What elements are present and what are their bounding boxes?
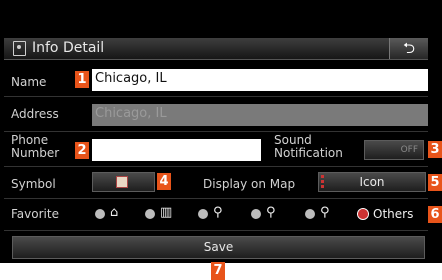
page-title: Info Detail xyxy=(32,40,105,56)
home-icon: ⌂ xyxy=(110,205,119,220)
favorite-radio-pin-3[interactable] xyxy=(305,209,315,219)
phone-label-line2: Number xyxy=(11,146,60,160)
callout-5: 5 xyxy=(428,174,442,191)
back-button[interactable]: ⮌ xyxy=(389,38,428,59)
pin-3-icon: ⚲ xyxy=(320,205,330,220)
display-on-map-label: Display on Map xyxy=(203,177,296,191)
office-icon: ▥ xyxy=(160,205,173,220)
callout-3: 3 xyxy=(428,141,442,158)
display-on-map-button[interactable]: Icon xyxy=(318,172,426,192)
pin-2-icon: ⚲ xyxy=(266,205,276,220)
favorite-row: Favorite ⌂ ▥ ⚲ ⚲ ⚲ Others xyxy=(0,203,442,225)
divider xyxy=(4,96,428,97)
favorite-radio-pin-1[interactable] xyxy=(198,209,208,219)
sound-label-line2: Notification xyxy=(274,146,343,160)
favorite-label: Favorite xyxy=(11,207,59,221)
divider xyxy=(4,230,428,231)
poi-info-icon xyxy=(13,41,26,56)
dropdown-indicator-icon xyxy=(321,175,324,189)
favorite-radio-office[interactable] xyxy=(145,209,155,219)
symbol-label: Symbol xyxy=(11,177,56,191)
callout-2: 2 xyxy=(75,142,89,159)
pin-1-icon: ⚲ xyxy=(213,205,223,220)
divider xyxy=(4,198,428,199)
favorite-radio-others[interactable] xyxy=(358,209,368,219)
name-label: Name xyxy=(11,75,47,89)
favorite-others-label: Others xyxy=(373,207,414,221)
poi-symbol-icon xyxy=(116,176,128,188)
address-label: Address xyxy=(11,107,59,121)
title-bar: Info Detail ⮌ xyxy=(4,38,428,60)
divider xyxy=(4,166,428,167)
address-field: Chicago, IL xyxy=(92,104,428,126)
screen: Info Detail ⮌ Name 1 Chicago, IL Address… xyxy=(0,0,442,263)
name-field[interactable]: Chicago, IL xyxy=(92,69,428,91)
favorite-radio-home[interactable] xyxy=(95,209,105,219)
sound-notification-toggle[interactable]: OFF xyxy=(364,140,424,160)
callout-4: 4 xyxy=(157,173,171,190)
callout-6: 6 xyxy=(428,206,442,223)
save-button[interactable]: Save xyxy=(12,236,425,259)
divider xyxy=(4,131,428,132)
favorite-radio-pin-2[interactable] xyxy=(251,209,261,219)
phone-number-field[interactable] xyxy=(92,139,261,161)
callout-7: 7 xyxy=(211,262,225,280)
callout-1: 1 xyxy=(75,71,89,88)
symbol-button[interactable] xyxy=(92,172,155,192)
